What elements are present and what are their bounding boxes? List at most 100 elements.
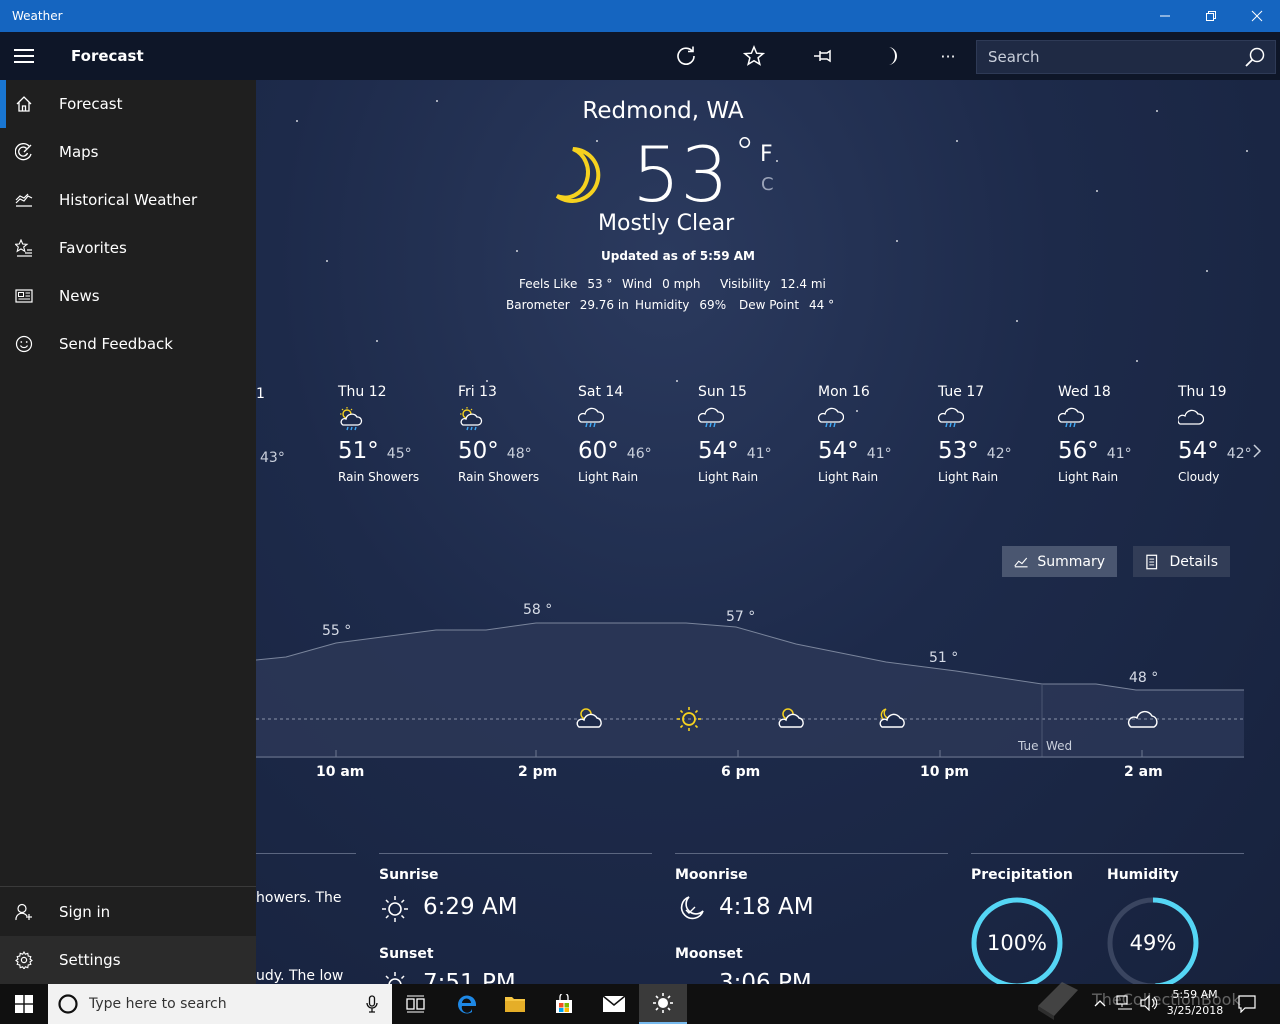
dark-mode-button[interactable] <box>866 32 914 80</box>
hourly-chart: 55 ° 58 ° 57 ° 51 ° 48 ° Tue Wed <box>256 602 1244 758</box>
nav-item-favorites[interactable]: Favorites <box>0 224 256 272</box>
day-low: 41° <box>746 446 772 462</box>
restore-button[interactable] <box>1188 0 1234 32</box>
day-temps: 50° 48° <box>458 438 578 464</box>
day-high: 54° <box>1178 438 1219 464</box>
rain-icon <box>697 406 818 432</box>
precipitation-label: Precipitation <box>971 867 1073 883</box>
degree-symbol: ° <box>734 130 755 176</box>
mail-button[interactable] <box>590 984 638 1024</box>
search-icon[interactable] <box>1235 46 1275 68</box>
day-forecast-6[interactable]: Wed 18 56° 41° Light Rain <box>1057 384 1178 484</box>
nav-item-label: Maps <box>59 143 99 161</box>
day-forecast-7[interactable]: Thu 19 54° 42° Cloudy <box>1177 384 1280 484</box>
file-explorer-button[interactable] <box>491 984 539 1024</box>
taskbar: TheCollectionBook 5:59 AM 3/25/2018 <box>0 982 1280 1024</box>
day-high: 50° <box>458 438 499 464</box>
minimize-button[interactable] <box>1142 0 1188 32</box>
moonrise-label: Moonrise <box>675 867 748 883</box>
day-name: Sat 14 <box>578 384 624 400</box>
favorite-button[interactable] <box>730 32 778 80</box>
unit-fahrenheit[interactable]: F <box>760 142 773 167</box>
unit-celsius[interactable]: C <box>761 174 774 195</box>
nav-item-sign-in[interactable]: Sign in <box>0 888 256 936</box>
restore-icon <box>1206 11 1216 21</box>
summary-tab[interactable]: Summary <box>1002 546 1117 577</box>
news-icon <box>15 289 33 303</box>
nav-item-send-feedback[interactable]: Send Feedback <box>0 320 256 368</box>
hamburger-menu-button[interactable] <box>0 32 48 80</box>
day-forecast-5[interactable]: Tue 17 53° 42° Light Rain <box>937 384 1058 484</box>
cloud-icon <box>1177 406 1280 432</box>
nav-item-label: Forecast <box>59 95 123 113</box>
visibility-detail: Visibility 12.4 mi <box>720 277 826 291</box>
day-forecast-3[interactable]: Sun 15 54° 41° Light Rain <box>697 384 818 484</box>
system-clock[interactable]: 5:59 AM 3/25/2018 <box>1160 987 1230 1019</box>
day-temps: 56° 41° <box>1058 438 1178 464</box>
nav-item-news[interactable]: News <box>0 272 256 320</box>
day-break-right: Wed <box>1046 739 1072 753</box>
day-high: 56° <box>1058 438 1099 464</box>
nav-item-forecast[interactable]: Forecast <box>0 80 256 128</box>
more-button[interactable]: ··· <box>924 32 972 80</box>
store-button[interactable] <box>540 984 588 1024</box>
humidity-detail: Humidity 69% <box>635 298 727 312</box>
nav-item-settings[interactable]: Settings <box>0 936 256 984</box>
chevron-right-icon <box>1253 444 1262 458</box>
app-section-title: Forecast <box>71 47 144 65</box>
day-forecast-0[interactable]: Thu 12 51° 45° Rain Showers <box>338 384 458 484</box>
mail-icon <box>602 995 626 1012</box>
nav-item-label: Settings <box>59 951 121 969</box>
task-view-button[interactable] <box>392 984 440 1024</box>
updated-time: Updated as of 5:59 AM <box>601 249 755 263</box>
next-days-button[interactable] <box>1252 440 1262 465</box>
divider <box>256 853 356 854</box>
nav-item-maps[interactable]: Maps <box>0 128 256 176</box>
navigation-pane: Forecast Maps Historical Weather Favorit… <box>0 80 256 984</box>
forecast-text-line: udy. The low <box>256 968 344 984</box>
action-center-icon[interactable] <box>1238 995 1256 1013</box>
pin-button[interactable] <box>799 32 847 80</box>
volume-icon[interactable] <box>1140 995 1158 1011</box>
rain-icon <box>937 406 1058 432</box>
edge-browser-button[interactable] <box>443 984 491 1024</box>
day-partial-low: 43° <box>260 450 285 466</box>
search-box[interactable] <box>976 40 1276 74</box>
humidity-value: 49% <box>1129 931 1177 955</box>
taskbar-search-input[interactable] <box>89 996 366 1012</box>
minimize-icon <box>1160 15 1170 17</box>
day-condition: Rain Showers <box>338 470 420 484</box>
day-forecast-2[interactable]: Sat 14 60° 46° Light Rain <box>577 384 698 484</box>
details-tab[interactable]: Details <box>1133 546 1230 577</box>
forecast-text-line: howers. The <box>256 890 342 906</box>
feels-like-detail: Feels Like 53 ° <box>519 277 613 291</box>
star-list-icon <box>15 239 32 257</box>
day-high: 53° <box>938 438 979 464</box>
moonrise-icon <box>680 896 704 920</box>
search-input[interactable] <box>977 48 1235 66</box>
sun-rain-icon <box>458 406 578 432</box>
document-icon <box>1146 554 1158 569</box>
taskbar-search[interactable] <box>48 984 392 1024</box>
day-forecast-4[interactable]: Mon 16 54° 41° Light Rain <box>817 384 938 484</box>
humidity-ring: 49% <box>1106 896 1200 990</box>
day-condition: Light Rain <box>698 470 759 484</box>
divider <box>675 853 948 854</box>
nav-item-historical-weather[interactable]: Historical Weather <box>0 176 256 224</box>
sky-background <box>256 80 1280 984</box>
sun-icon <box>653 993 673 1013</box>
network-icon[interactable] <box>1116 995 1134 1011</box>
day-forecast-1[interactable]: Fri 13 50° 48° Rain Showers <box>458 384 578 484</box>
chevron-up-icon[interactable] <box>1094 998 1106 1008</box>
refresh-button[interactable] <box>662 32 710 80</box>
start-button[interactable] <box>0 984 48 1024</box>
close-button[interactable] <box>1234 0 1280 32</box>
chart-icon <box>15 193 33 207</box>
weather-app-button[interactable] <box>639 984 687 1024</box>
hamburger-icon <box>14 55 34 57</box>
microphone-icon[interactable] <box>366 995 378 1013</box>
day-partial-name: 1 <box>256 386 265 402</box>
rain-icon <box>817 406 938 432</box>
star-icon <box>743 45 765 66</box>
nav-item-label: Sign in <box>59 903 111 921</box>
